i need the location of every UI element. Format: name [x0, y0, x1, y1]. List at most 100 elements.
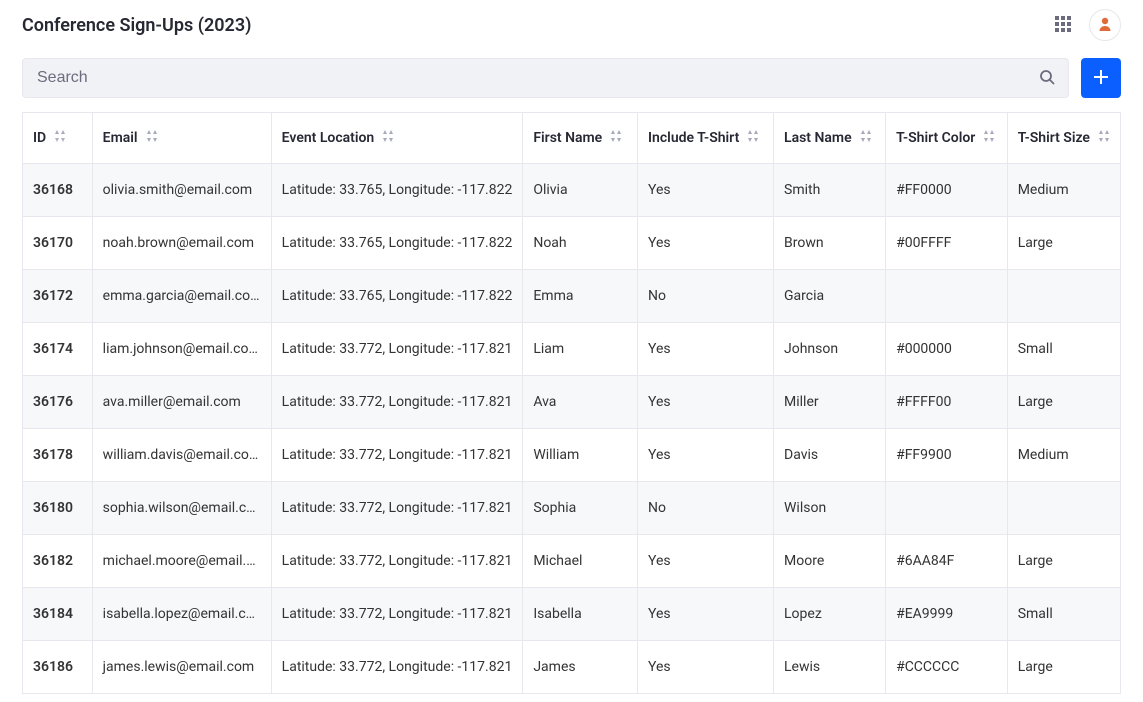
cell-include-tshirt: Yes: [638, 535, 774, 588]
add-button[interactable]: [1081, 58, 1121, 98]
cell-include-tshirt: Yes: [638, 376, 774, 429]
cell-id: 36174: [23, 323, 93, 376]
cell-first-name: Liam: [523, 323, 638, 376]
sort-icon: [860, 129, 872, 147]
cell-first-name: Sophia: [523, 482, 638, 535]
cell-event-location: Latitude: 33.772, Longitude: -117.821: [271, 323, 523, 376]
cell-email: james.lewis@email.com: [92, 641, 271, 694]
apps-menu-button[interactable]: [1051, 13, 1075, 37]
cell-first-name: William: [523, 429, 638, 482]
cell-tshirt-size: [1007, 270, 1120, 323]
cell-email: michael.moore@email.c...: [92, 535, 271, 588]
table-row[interactable]: 36170noah.brown@email.comLatitude: 33.76…: [23, 217, 1121, 270]
column-header-tshirt-size[interactable]: T-Shirt Size: [1007, 113, 1120, 164]
cell-id: 36186: [23, 641, 93, 694]
cell-email: emma.garcia@email.com: [92, 270, 271, 323]
cell-last-name: Moore: [774, 535, 886, 588]
cell-event-location: Latitude: 33.772, Longitude: -117.821: [271, 535, 523, 588]
cell-event-location: Latitude: 33.772, Longitude: -117.821: [271, 482, 523, 535]
cell-tshirt-size: Large: [1007, 217, 1120, 270]
cell-id: 36176: [23, 376, 93, 429]
cell-tshirt-size: Large: [1007, 535, 1120, 588]
cell-event-location: Latitude: 33.772, Longitude: -117.821: [271, 429, 523, 482]
column-header-last-name[interactable]: Last Name: [774, 113, 886, 164]
cell-include-tshirt: Yes: [638, 323, 774, 376]
toolbar: [0, 50, 1143, 112]
table-row[interactable]: 36176ava.miller@email.comLatitude: 33.77…: [23, 376, 1121, 429]
table-row[interactable]: 36184isabella.lopez@email.comLatitude: 3…: [23, 588, 1121, 641]
page-title: Conference Sign-Ups (2023): [22, 15, 251, 36]
table-header-row: ID Email: [23, 113, 1121, 164]
search-icon: [1039, 69, 1055, 88]
cell-id: 36172: [23, 270, 93, 323]
apps-icon: [1055, 16, 1071, 35]
column-header-id[interactable]: ID: [23, 113, 93, 164]
user-icon: [1097, 16, 1113, 35]
column-label: Last Name: [784, 130, 852, 146]
column-label: Event Location: [282, 130, 375, 146]
cell-id: 36178: [23, 429, 93, 482]
user-avatar-button[interactable]: [1089, 9, 1121, 41]
cell-email: ava.miller@email.com: [92, 376, 271, 429]
column-label: T-Shirt Color: [896, 130, 975, 146]
cell-last-name: Miller: [774, 376, 886, 429]
cell-first-name: Noah: [523, 217, 638, 270]
cell-last-name: Lewis: [774, 641, 886, 694]
cell-event-location: Latitude: 33.765, Longitude: -117.822: [271, 217, 523, 270]
cell-id: 36180: [23, 482, 93, 535]
cell-tshirt-color: #FF9900: [886, 429, 1008, 482]
column-header-email[interactable]: Email: [92, 113, 271, 164]
cell-email: isabella.lopez@email.com: [92, 588, 271, 641]
plus-icon: [1093, 69, 1109, 88]
cell-last-name: Wilson: [774, 482, 886, 535]
sort-icon: [54, 129, 66, 147]
column-header-include-tshirt[interactable]: Include T-Shirt: [638, 113, 774, 164]
cell-tshirt-color: #FFFF00: [886, 376, 1008, 429]
cell-last-name: Davis: [774, 429, 886, 482]
cell-include-tshirt: No: [638, 270, 774, 323]
cell-tshirt-size: Large: [1007, 376, 1120, 429]
cell-first-name: Olivia: [523, 164, 638, 217]
search-button[interactable]: [1033, 64, 1061, 92]
column-header-first-name[interactable]: First Name: [523, 113, 638, 164]
cell-tshirt-color: #000000: [886, 323, 1008, 376]
column-label: Include T-Shirt: [648, 130, 739, 146]
column-label: Email: [103, 130, 138, 146]
table-container: ID Email: [0, 112, 1143, 702]
cell-event-location: Latitude: 33.765, Longitude: -117.822: [271, 164, 523, 217]
cell-first-name: Michael: [523, 535, 638, 588]
table-row[interactable]: 36186james.lewis@email.comLatitude: 33.7…: [23, 641, 1121, 694]
cell-include-tshirt: Yes: [638, 429, 774, 482]
column-header-tshirt-color[interactable]: T-Shirt Color: [886, 113, 1008, 164]
sort-icon: [146, 129, 158, 147]
cell-first-name: James: [523, 641, 638, 694]
header-bar: Conference Sign-Ups (2023): [0, 0, 1143, 50]
cell-email: sophia.wilson@email.com: [92, 482, 271, 535]
header-actions: [1051, 9, 1121, 41]
column-header-event-location[interactable]: Event Location: [271, 113, 523, 164]
cell-event-location: Latitude: 33.765, Longitude: -117.822: [271, 270, 523, 323]
cell-last-name: Lopez: [774, 588, 886, 641]
sort-icon: [1098, 129, 1110, 147]
cell-tshirt-color: [886, 270, 1008, 323]
cell-include-tshirt: No: [638, 482, 774, 535]
cell-email: william.davis@email.com: [92, 429, 271, 482]
cell-event-location: Latitude: 33.772, Longitude: -117.821: [271, 376, 523, 429]
cell-email: noah.brown@email.com: [92, 217, 271, 270]
cell-tshirt-color: #FF0000: [886, 164, 1008, 217]
sort-icon: [382, 129, 394, 147]
cell-last-name: Johnson: [774, 323, 886, 376]
table-row[interactable]: 36174liam.johnson@email.comLatitude: 33.…: [23, 323, 1121, 376]
column-label: First Name: [533, 130, 602, 146]
table-row[interactable]: 36168olivia.smith@email.comLatitude: 33.…: [23, 164, 1121, 217]
cell-event-location: Latitude: 33.772, Longitude: -117.821: [271, 641, 523, 694]
cell-tshirt-size: Small: [1007, 588, 1120, 641]
table-row[interactable]: 36180sophia.wilson@email.comLatitude: 33…: [23, 482, 1121, 535]
cell-tshirt-size: Large: [1007, 641, 1120, 694]
search-input[interactable]: [22, 58, 1069, 98]
table-row[interactable]: 36178william.davis@email.comLatitude: 33…: [23, 429, 1121, 482]
table-row[interactable]: 36172emma.garcia@email.comLatitude: 33.7…: [23, 270, 1121, 323]
cell-tshirt-color: #EA9999: [886, 588, 1008, 641]
cell-first-name: Emma: [523, 270, 638, 323]
table-row[interactable]: 36182michael.moore@email.c...Latitude: 3…: [23, 535, 1121, 588]
